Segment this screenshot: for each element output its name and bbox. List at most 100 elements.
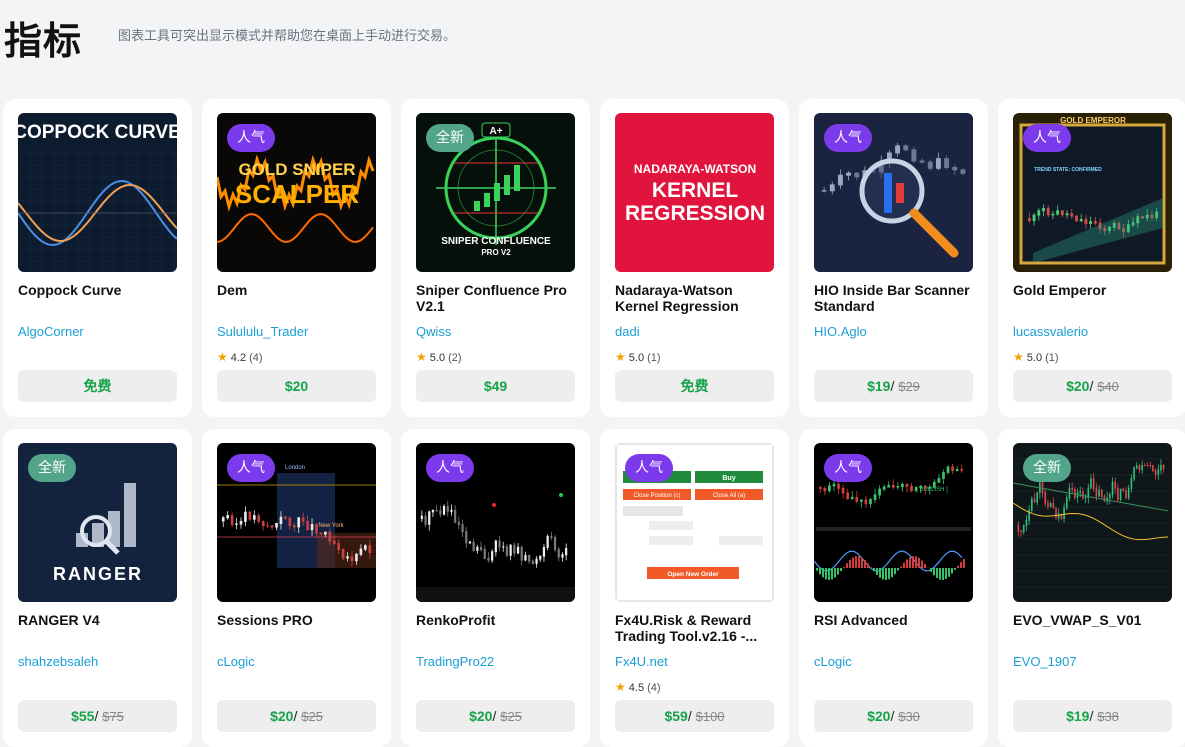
product-card[interactable]: COPPOCK CURVE Coppock Curve AlgoCorner 免费 <box>3 99 192 417</box>
svg-text:KERNEL: KERNEL <box>652 179 739 202</box>
price-button[interactable]: $19/ $38 <box>1013 700 1172 732</box>
product-card[interactable]: 人气 RenkoProfit TradingPro22 $20/ $25 <box>401 429 590 747</box>
price-button[interactable]: $49 <box>416 370 575 402</box>
price-label: $20 <box>469 708 492 724</box>
author-link[interactable]: HIO.Aglo <box>814 324 867 339</box>
product-card[interactable]: [ BULLISH ]人气 RSI Advanced cLogic $20/ $30 <box>799 429 988 747</box>
product-card[interactable]: 全新 EVO_VWAP_S_V01 EVO_1907 $19/ $38 <box>998 429 1185 747</box>
product-name[interactable]: RenkoProfit <box>416 612 578 628</box>
new-badge: 全新 <box>28 454 76 482</box>
product-thumbnail[interactable]: 人气 <box>814 113 973 272</box>
svg-text:Close All (a): Close All (a) <box>713 493 745 499</box>
star-icon: ★ <box>615 680 626 694</box>
product-name[interactable]: Sessions PRO <box>217 612 379 628</box>
svg-text:SNIPER CONFLUENCE: SNIPER CONFLUENCE <box>441 236 551 247</box>
product-name[interactable]: Gold Emperor <box>1013 282 1175 298</box>
price-button[interactable]: $55/ $75 <box>18 700 177 732</box>
product-card[interactable]: LondonNew York人气Sessions PROcLogic$20/ $… <box>202 429 391 747</box>
product-card[interactable]: RANGER 全新 RANGER V4 shahzebsaleh $55/ $75 <box>3 429 192 747</box>
product-thumbnail[interactable]: GOLD EMPERORTREND STATE: CONFIRMED人气 <box>1013 113 1172 272</box>
product-thumbnail[interactable]: NADARAYA-WATSON KERNELREGRESSION <box>615 113 774 272</box>
thumbnail-image: NADARAYA-WATSON KERNELREGRESSION <box>615 113 774 272</box>
product-thumbnail[interactable]: COPPOCK CURVE <box>18 113 177 272</box>
author-link[interactable]: shahzebsaleh <box>18 654 98 669</box>
product-thumbnail[interactable]: LondonNew York人气 <box>217 443 376 602</box>
review-count: (4) <box>647 682 660 694</box>
product-thumbnail[interactable]: OrderBuyClose Position (c)Close All (a)O… <box>615 443 774 602</box>
popular-badge: 人气 <box>1023 124 1071 152</box>
product-thumbnail[interactable]: 人气 <box>416 443 575 602</box>
product-name[interactable]: Sniper Confluence Pro V2.1 <box>416 282 578 314</box>
price-button[interactable]: 免费 <box>18 370 177 402</box>
review-count: (1) <box>1045 352 1058 364</box>
product-thumbnail[interactable]: RANGER 全新 <box>18 443 177 602</box>
svg-text:Buy: Buy <box>722 475 735 482</box>
price-label: $59 <box>664 708 687 724</box>
product-name[interactable]: Coppock Curve <box>18 282 180 298</box>
price-button[interactable]: $20/ $30 <box>814 700 973 732</box>
product-rating: ★4.2(4) <box>217 350 263 364</box>
price-button[interactable]: $20/ $25 <box>416 700 575 732</box>
product-card[interactable]: OrderBuyClose Position (c)Close All (a)O… <box>600 429 789 747</box>
page-title: 指标 <box>4 10 82 65</box>
author-link[interactable]: TradingPro22 <box>416 654 494 669</box>
author-link[interactable]: Fx4U.net <box>615 654 668 669</box>
author-link[interactable]: AlgoCorner <box>18 324 84 339</box>
product-card[interactable]: NADARAYA-WATSON KERNELREGRESSION Nadaraya-… <box>600 99 789 417</box>
popular-badge: 人气 <box>426 454 474 482</box>
author-link[interactable]: dadi <box>615 324 640 339</box>
product-name[interactable]: Fx4U.Risk & Reward Trading Tool.v2.16 -.… <box>615 612 777 644</box>
svg-text:A+: A+ <box>489 126 502 137</box>
product-thumbnail[interactable]: GOLD SNIPERSCALPER人气 <box>217 113 376 272</box>
product-card[interactable]: 人气 HIO Inside Bar Scanner Standard HIO.Agl… <box>799 99 988 417</box>
rating-value: 5.0 <box>430 352 445 364</box>
page-header: 指标 图表工具可突出显示模式并帮助您在桌面上手动进行交易。 <box>4 8 1184 68</box>
price-button[interactable]: 免费 <box>615 370 774 402</box>
product-thumbnail[interactable]: [ BULLISH ]人气 <box>814 443 973 602</box>
product-thumbnail[interactable]: 全新 <box>1013 443 1172 602</box>
star-icon: ★ <box>217 350 228 364</box>
product-name[interactable]: Nadaraya-Watson Kernel Regression <box>615 282 777 314</box>
price-button[interactable]: $20/ $25 <box>217 700 376 732</box>
review-count: (4) <box>249 352 262 364</box>
product-card[interactable]: GOLD EMPERORTREND STATE: CONFIRMED人气 Gold… <box>998 99 1185 417</box>
product-name[interactable]: RSI Advanced <box>814 612 976 628</box>
old-price: $29 <box>898 379 920 394</box>
price-label: $19 <box>1066 708 1089 724</box>
product-grid: COPPOCK CURVE Coppock Curve AlgoCorner 免费 GO… <box>3 99 1185 747</box>
price-separator: / <box>688 708 696 724</box>
old-price: $100 <box>696 709 725 724</box>
product-rating: ★5.0(1) <box>615 350 661 364</box>
price-label: $19 <box>867 378 890 394</box>
svg-text:New York: New York <box>318 523 344 529</box>
author-link[interactable]: cLogic <box>814 654 852 669</box>
price-button[interactable]: $59/ $100 <box>615 700 774 732</box>
price-button[interactable]: $20/ $40 <box>1013 370 1172 402</box>
svg-text:Close Position (c): Close Position (c) <box>633 493 680 499</box>
author-link[interactable]: cLogic <box>217 654 255 669</box>
author-link[interactable]: lucassvalerio <box>1013 324 1088 339</box>
price-button[interactable]: $19/ $29 <box>814 370 973 402</box>
author-link[interactable]: Sulululu_Trader <box>217 324 308 339</box>
price-button[interactable]: $20 <box>217 370 376 402</box>
svg-text:RANGER: RANGER <box>53 564 143 584</box>
product-name[interactable]: HIO Inside Bar Scanner Standard <box>814 282 976 314</box>
price-label: $55 <box>71 708 94 724</box>
product-name[interactable]: RANGER V4 <box>18 612 180 628</box>
old-price: $75 <box>102 709 124 724</box>
product-name[interactable]: EVO_VWAP_S_V01 <box>1013 612 1175 628</box>
old-price: $30 <box>898 709 920 724</box>
product-card[interactable]: A+SNIPER CONFLUENCEPRO V2全新Sniper Conflu… <box>401 99 590 417</box>
page-subtitle: 图表工具可突出显示模式并帮助您在桌面上手动进行交易。 <box>118 25 456 44</box>
svg-text:London: London <box>285 465 305 471</box>
old-price: $25 <box>500 709 522 724</box>
product-rating: ★5.0(2) <box>416 350 462 364</box>
product-card[interactable]: GOLD SNIPERSCALPER人气 Dem Sulululu_Trader ★4… <box>202 99 391 417</box>
svg-text:NADARAYA-WATSON: NADARAYA-WATSON <box>634 162 756 176</box>
author-link[interactable]: Qwiss <box>416 324 451 339</box>
author-link[interactable]: EVO_1907 <box>1013 654 1077 669</box>
rating-value: 4.2 <box>231 352 246 364</box>
product-thumbnail[interactable]: A+SNIPER CONFLUENCEPRO V2全新 <box>416 113 575 272</box>
svg-text:REGRESSION: REGRESSION <box>625 202 765 225</box>
product-name[interactable]: Dem <box>217 282 379 298</box>
